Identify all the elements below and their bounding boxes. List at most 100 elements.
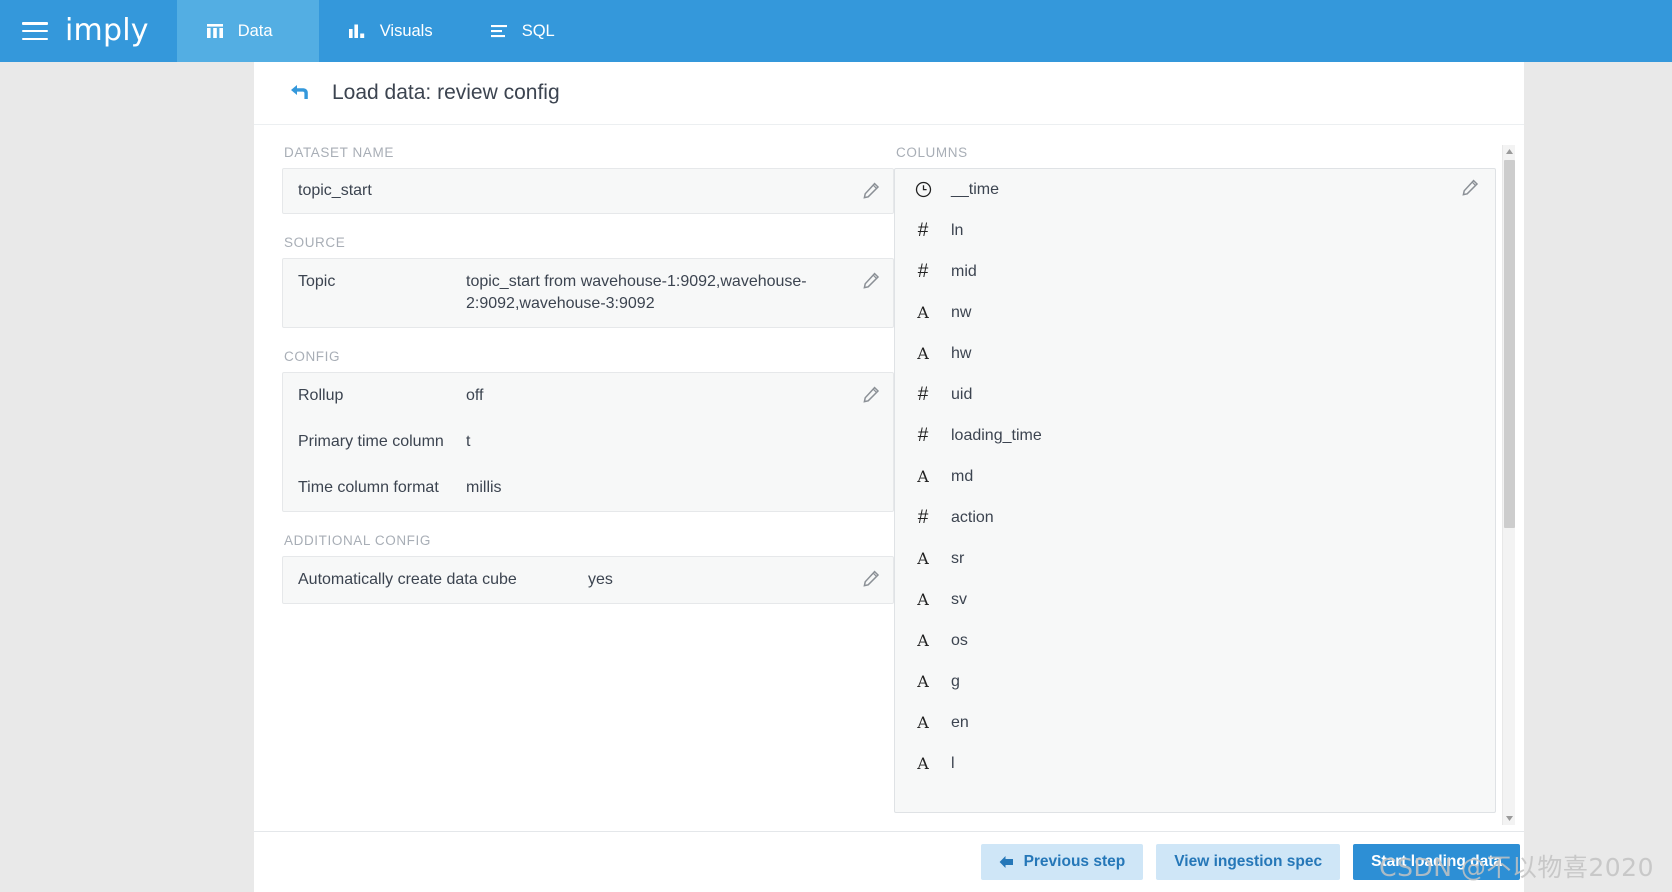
config-row-primary-time-column: Primary time column t [283, 419, 849, 465]
column-type-hash-icon: # [917, 384, 929, 405]
additional-config-row-data-cube: Automatically create data cube yes [283, 557, 849, 603]
page-title: Load data: review config [332, 81, 560, 104]
source-row-key: Topic [298, 273, 336, 290]
brand-area: imply [0, 0, 177, 62]
config-row-value: off [466, 387, 484, 405]
footer-actions: Previous step View ingestion spec Start … [254, 832, 1524, 892]
back-arrow-icon[interactable] [288, 82, 310, 104]
column-type-letter-a-icon: A [917, 549, 929, 568]
nav-tab-visuals-label: Visuals [379, 21, 433, 40]
sql-lines-icon [489, 21, 509, 41]
nav-tab-visuals[interactable]: Visuals [319, 0, 461, 62]
config-summary-panel: DATASET NAME topic_start SOURCE Topic to… [254, 145, 894, 831]
column-name: loading_time [951, 426, 1042, 444]
nav-tab-sql[interactable]: SQL [461, 0, 603, 62]
edit-config-button[interactable] [849, 373, 893, 511]
column-row[interactable]: Aen [895, 702, 1495, 743]
column-row[interactable]: # ln [895, 210, 1495, 251]
edit-additional-config-button[interactable] [849, 557, 893, 603]
additional-config-row-key: Automatically create data cube [298, 571, 517, 589]
additional-config-box: Automatically create data cube yes [282, 556, 894, 605]
columns-panel: COLUMNS __time # ln # mid Anw Ahw # uid # loading_… [894, 145, 1524, 831]
column-row[interactable]: Aos [895, 620, 1495, 661]
vertical-scrollbar[interactable] [1502, 145, 1515, 825]
column-type-letter-a-icon: A [917, 631, 929, 650]
dataset-name-rows: topic_start [283, 169, 849, 213]
config-row-key: Primary time column [298, 433, 444, 451]
source-rows: Topic topic_start from wavehouse-1:9092,… [283, 259, 849, 327]
column-type-hash-icon: # [917, 507, 929, 528]
arrow-left-icon [999, 855, 1014, 869]
dataset-name-box: topic_start [282, 168, 894, 214]
columns-list[interactable]: __time # ln # mid Anw Ahw # uid # loading_time Amd #… [894, 168, 1496, 813]
column-row[interactable]: Ag [895, 661, 1495, 702]
column-type-clock-icon [913, 181, 933, 198]
start-loading-data-button[interactable]: Start loading data [1353, 844, 1520, 880]
page-card: Load data: review config DATASET NAME to… [254, 62, 1524, 892]
config-row-time-column-format: Time column format millis [283, 465, 849, 511]
source-label: SOURCE [284, 235, 346, 250]
column-row[interactable]: __time [895, 169, 1495, 210]
column-row[interactable]: # mid [895, 251, 1495, 292]
source-box: Topic topic_start from wavehouse-1:9092,… [282, 258, 894, 329]
start-loading-data-label: Start loading data [1371, 853, 1502, 870]
column-name: hw [951, 344, 972, 362]
column-name: sr [951, 549, 965, 567]
column-name: nw [951, 303, 972, 321]
column-type-letter-a-icon: A [917, 467, 929, 486]
additional-config-row-value: yes [588, 571, 613, 589]
config-row-key: Time column format [298, 479, 439, 497]
column-row[interactable]: Anw [895, 292, 1495, 333]
column-name: action [951, 508, 994, 526]
edit-column-button[interactable] [1462, 179, 1479, 201]
pencil-icon[interactable] [1462, 179, 1479, 196]
brand-logo-text[interactable]: imply [65, 16, 149, 46]
column-name: __time [951, 180, 1000, 198]
column-type-letter-a-icon: A [917, 590, 929, 609]
column-row[interactable]: # loading_time [895, 415, 1495, 456]
additional-config-label: ADDITIONAL CONFIG [284, 533, 431, 549]
column-name: os [951, 631, 968, 649]
view-ingestion-spec-label: View ingestion spec [1174, 853, 1323, 870]
column-name: en [951, 713, 969, 731]
page-body: DATASET NAME topic_start SOURCE Topic to… [254, 125, 1524, 832]
column-name: sv [951, 590, 967, 608]
column-type-letter-a-icon: A [917, 713, 929, 732]
edit-dataset-name-button[interactable] [849, 169, 893, 213]
column-row[interactable]: Al [895, 743, 1495, 784]
config-box: Rollup off Primary time column t Time co… [282, 372, 894, 513]
column-row[interactable]: Ahw [895, 333, 1495, 374]
pencil-icon [862, 386, 879, 403]
column-name: md [951, 467, 974, 485]
column-row[interactable]: # uid [895, 374, 1495, 415]
nav-tab-data-label: Data [237, 21, 273, 40]
nav-tab-data[interactable]: Data [176, 0, 319, 62]
additional-config-rows: Automatically create data cube yes [283, 557, 849, 603]
source-row-value: topic_start from wavehouse-1:9092,waveho… [466, 273, 807, 313]
hamburger-icon[interactable] [22, 22, 48, 40]
previous-step-button[interactable]: Previous step [980, 844, 1144, 880]
column-type-hash-icon: # [917, 261, 929, 282]
column-row[interactable]: Amd [895, 456, 1495, 497]
edit-source-button[interactable] [849, 259, 893, 327]
scroll-down-arrow-icon[interactable] [1503, 812, 1516, 825]
dataset-name-value: topic_start [298, 182, 372, 199]
columns-label: COLUMNS [896, 145, 968, 160]
source-row: Topic topic_start from wavehouse-1:9092,… [283, 259, 849, 327]
pencil-icon [862, 182, 879, 199]
column-row[interactable]: # action [895, 497, 1495, 538]
page-header: Load data: review config [254, 62, 1524, 125]
column-row[interactable]: Asr [895, 538, 1495, 579]
column-name: g [951, 672, 960, 690]
column-type-hash-icon: # [917, 425, 929, 446]
config-rows: Rollup off Primary time column t Time co… [283, 373, 849, 511]
view-ingestion-spec-button[interactable]: View ingestion spec [1156, 844, 1341, 880]
scrollbar-thumb[interactable] [1504, 160, 1515, 528]
scroll-up-arrow-icon[interactable] [1503, 145, 1516, 158]
column-type-hash-icon: # [917, 220, 929, 241]
column-row[interactable]: Asv [895, 579, 1495, 620]
config-label: CONFIG [284, 349, 341, 365]
column-type-letter-a-icon: A [917, 303, 929, 322]
column-name: mid [951, 262, 977, 280]
config-row-value: millis [466, 479, 502, 497]
